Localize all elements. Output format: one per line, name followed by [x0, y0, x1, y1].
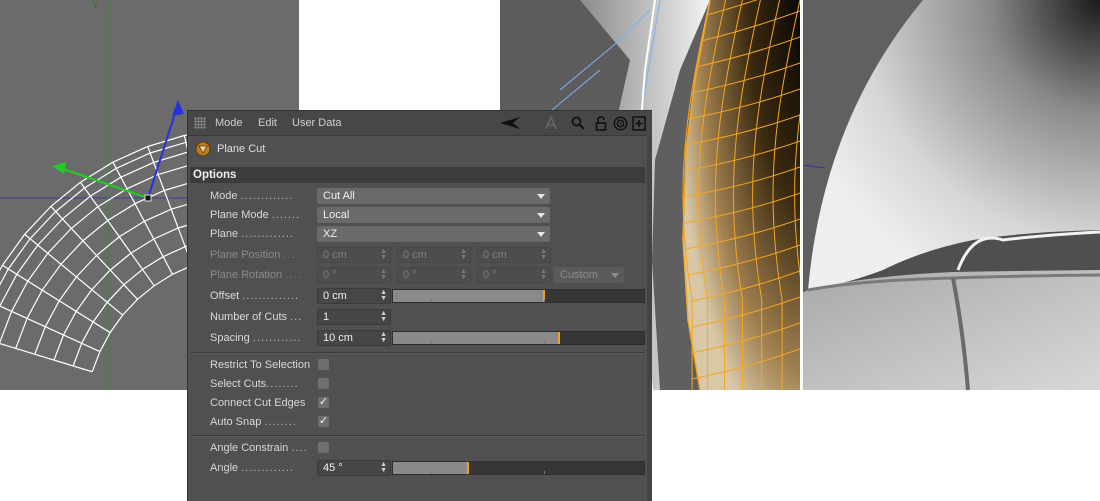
back-arrow-icon[interactable] — [500, 114, 522, 132]
mode-row: Mode ............. Cut All — [188, 187, 652, 205]
spinner-icon[interactable]: ▲ ▼ — [380, 331, 387, 344]
plane-rotation-label: Plane Rotation .... — [210, 269, 302, 281]
slider-handle[interactable] — [558, 332, 560, 344]
plane-rotation-z-field: 0 ° ▲ ▼ — [477, 267, 551, 283]
slider-fill — [393, 332, 559, 344]
plane-cut-icon — [195, 141, 211, 157]
auto-snap-row: Auto Snap ........ ✓ — [188, 413, 652, 431]
dropdown-arrow-icon — [537, 194, 545, 199]
spinner-icon[interactable]: ▲ ▼ — [380, 310, 387, 323]
plane-position-x-field: 0 cm ▲ ▼ — [317, 247, 391, 263]
offset-slider[interactable] — [392, 289, 645, 303]
slider-tick — [544, 471, 545, 474]
new-panel-icon[interactable] — [631, 114, 646, 132]
spinner-icon: ▲ ▼ — [460, 248, 467, 261]
mode-dropdown[interactable]: Cut All — [317, 188, 550, 204]
spacing-row: Spacing ............ 10 cm ▲ ▼ — [188, 329, 652, 347]
plane-position-y-field: 0 cm ▲ ▼ — [397, 247, 471, 263]
number-of-cuts-label: Number of Cuts ... — [210, 311, 303, 323]
offset-row: Offset .............. 0 cm ▲ ▼ — [188, 287, 652, 305]
select-cuts-checkbox[interactable] — [318, 378, 329, 389]
angle-row: Angle ............. 45 ° ▲ ▼ — [188, 459, 652, 477]
mode-label: Mode ............. — [210, 190, 294, 202]
auto-snap-label: Auto Snap ........ — [210, 416, 297, 428]
angle-field[interactable]: 45 ° ▲ ▼ — [317, 460, 391, 476]
restrict-to-selection-label: Restrict To Selection — [210, 359, 311, 371]
rotation-preset-dropdown: Custom — [554, 267, 624, 283]
dropdown-arrow-icon — [537, 232, 545, 237]
spacing-field[interactable]: 10 cm ▲ ▼ — [317, 330, 391, 346]
angle-constrain-checkbox[interactable] — [318, 442, 329, 453]
menu-mode[interactable]: Mode — [215, 117, 243, 129]
slider-tick — [544, 341, 545, 344]
object-name: Plane Cut — [217, 143, 266, 155]
select-cuts-label: Select Cuts........ — [210, 378, 299, 390]
connect-cut-edges-checkbox[interactable]: ✓ — [318, 397, 329, 408]
spinner-icon[interactable]: ▲ ▼ — [380, 461, 387, 474]
slider-handle[interactable] — [467, 462, 469, 474]
slider-fill — [393, 290, 544, 302]
spinner-icon[interactable]: ▲ ▼ — [380, 289, 387, 302]
number-of-cuts-field[interactable]: 1 ▲ ▼ — [317, 309, 391, 325]
plane-dropdown[interactable]: XZ — [317, 226, 550, 242]
spinner-icon: ▲ ▼ — [460, 268, 467, 281]
plane-mode-label: Plane Mode ....... — [210, 209, 301, 221]
menu-user-data[interactable]: User Data — [292, 117, 342, 129]
dropdown-arrow-icon — [611, 273, 619, 278]
plane-row: Plane ............. XZ — [188, 225, 652, 243]
smooth-surface-render — [803, 0, 1100, 390]
plane-rotation-row: Plane Rotation .... 0 ° ▲ ▼ 0 ° ▲ ▼ 0 ° ▲ ▼ Cu… — [188, 266, 652, 284]
dropdown-arrow-icon — [537, 213, 545, 218]
panel-scrollbar[interactable] — [647, 135, 652, 501]
plane-rotation-y-field: 0 ° ▲ ▼ — [397, 267, 471, 283]
angle-constrain-row: Angle Constrain .... — [188, 439, 652, 457]
plane-position-row: Plane Position ... 0 cm ▲ ▼ 0 cm ▲ ▼ 0 cm ▲ ▼ — [188, 246, 652, 264]
options-tab-header[interactable]: Options — [190, 167, 645, 183]
object-header: Plane Cut — [188, 137, 652, 161]
menu-bar: Mode Edit User Data — [188, 111, 652, 136]
slider-tick — [431, 299, 432, 302]
plane-mode-value: Local — [323, 209, 350, 221]
spacing-slider[interactable] — [392, 331, 645, 345]
mode-value: Cut All — [323, 190, 355, 202]
offset-label: Offset .............. — [210, 290, 300, 302]
restrict-to-selection-checkbox[interactable] — [318, 359, 329, 370]
search-icon[interactable] — [571, 114, 585, 132]
slider-tick — [431, 341, 432, 344]
svg-text:Y: Y — [92, 0, 99, 11]
plane-mode-row: Plane Mode ....... Local — [188, 206, 652, 224]
restrict-to-selection-row: Restrict To Selection — [188, 356, 652, 374]
attribute-manager-panel: Mode Edit User Data Plane Cut Options Mo… — [187, 110, 652, 501]
plane-label: Plane ............. — [210, 228, 294, 240]
text-a-icon — [544, 114, 558, 132]
spacing-label: Spacing ............ — [210, 332, 302, 344]
target-icon[interactable] — [612, 114, 628, 132]
number-of-cuts-row: Number of Cuts ... 1 ▲ ▼ — [188, 308, 652, 326]
menu-edit[interactable]: Edit — [258, 117, 277, 129]
plane-position-label: Plane Position ... — [210, 249, 296, 261]
spinner-icon: ▲ ▼ — [540, 268, 547, 281]
plane-position-z-field: 0 cm ▲ ▼ — [477, 247, 551, 263]
angle-label: Angle ............. — [210, 462, 294, 474]
lock-icon[interactable] — [594, 114, 608, 132]
connect-cut-edges-row: Connect Cut Edges ✓ — [188, 394, 652, 412]
viewport-render[interactable] — [803, 0, 1100, 390]
offset-field[interactable]: 0 cm ▲ ▼ — [317, 288, 391, 304]
plane-rotation-x-field: 0 ° ▲ ▼ — [317, 267, 391, 283]
angle-slider[interactable] — [392, 461, 645, 475]
auto-snap-checkbox[interactable]: ✓ — [318, 416, 329, 427]
section-divider — [190, 435, 645, 437]
slider-tick — [544, 299, 545, 302]
angle-constrain-label: Angle Constrain .... — [210, 442, 308, 454]
plane-mode-dropdown[interactable]: Local — [317, 207, 550, 223]
connect-cut-edges-label: Connect Cut Edges — [210, 397, 306, 409]
panel-grip-icon[interactable] — [194, 117, 206, 129]
slider-tick — [431, 471, 432, 474]
spinner-icon: ▲ ▼ — [380, 268, 387, 281]
spinner-icon: ▲ ▼ — [380, 248, 387, 261]
select-cuts-row: Select Cuts........ — [188, 375, 652, 393]
plane-value: XZ — [323, 228, 338, 240]
section-divider — [190, 352, 645, 354]
spinner-icon: ▲ ▼ — [540, 248, 547, 261]
